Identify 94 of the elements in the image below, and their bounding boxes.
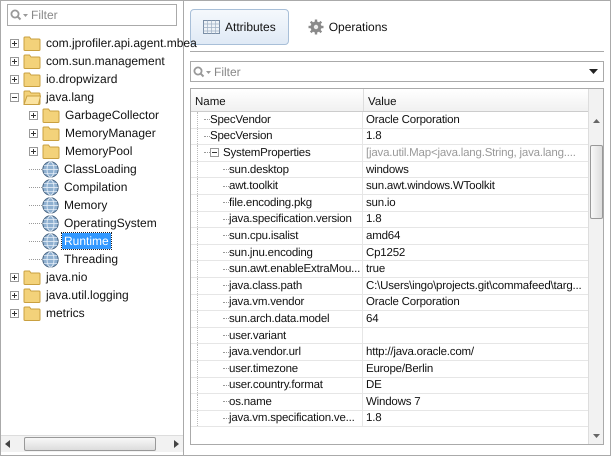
gear-icon bbox=[308, 19, 324, 35]
filter-field[interactable]: Filter bbox=[7, 4, 177, 26]
table-cell: SpecVersion bbox=[210, 130, 272, 142]
table-cell: windows bbox=[366, 164, 409, 176]
expand-icon[interactable] bbox=[29, 110, 38, 120]
tree-item[interactable]: Threading bbox=[62, 251, 120, 267]
table-cell: Europe/Berlin bbox=[366, 362, 434, 375]
scroll-up-icon[interactable] bbox=[592, 119, 600, 123]
tree-item[interactable]: MemoryPool bbox=[63, 143, 134, 159]
table-cell: java.vm.specification.ve... bbox=[229, 412, 355, 424]
tree-item[interactable]: metrics bbox=[44, 305, 87, 321]
folder-icon bbox=[23, 288, 41, 302]
expand-icon[interactable] bbox=[10, 56, 19, 66]
folder-icon bbox=[23, 72, 41, 86]
column-header[interactable]: Name bbox=[191, 89, 364, 111]
globe-icon bbox=[42, 160, 59, 178]
tree-item[interactable]: java.util.logging bbox=[44, 287, 131, 303]
expand-icon[interactable] bbox=[10, 74, 19, 84]
scrollbar-thumb[interactable] bbox=[24, 437, 156, 451]
table-cell: 1.8 bbox=[366, 412, 382, 424]
tab[interactable]: Operations bbox=[294, 9, 400, 45]
table-cell: user.timezone bbox=[229, 362, 298, 375]
table-cell: sun.awt.windows.WToolkit bbox=[366, 180, 495, 192]
grid-icon bbox=[203, 20, 220, 34]
table-cell: file.encoding.pkg bbox=[229, 196, 312, 209]
tree-item[interactable]: io.dropwizard bbox=[44, 71, 120, 87]
table-cell: [java.util.Map<java.lang.String, java.lang.... bbox=[366, 146, 576, 159]
folder-icon bbox=[23, 54, 41, 68]
expand-icon[interactable] bbox=[29, 146, 38, 156]
table-cell: java.vm.vendor bbox=[229, 296, 304, 308]
table-cell: sun.jnu.encoding bbox=[229, 246, 313, 259]
tree-item[interactable]: OperatingSystem bbox=[62, 215, 159, 231]
table-cell: true bbox=[366, 263, 386, 276]
table-cell: os.name bbox=[229, 396, 272, 408]
globe-icon bbox=[42, 196, 59, 214]
dropdown-caret-icon[interactable] bbox=[589, 69, 598, 74]
folder-icon bbox=[23, 90, 41, 104]
folder-icon bbox=[42, 108, 60, 122]
tree-item[interactable]: Memory bbox=[62, 197, 110, 213]
table-cell: Windows 7 bbox=[366, 396, 420, 408]
table-cell: user.variant bbox=[229, 330, 286, 342]
expand-icon[interactable] bbox=[10, 308, 19, 318]
scroll-down-icon[interactable] bbox=[592, 434, 600, 438]
table-cell: 1.8 bbox=[366, 130, 382, 142]
folder-icon bbox=[23, 306, 41, 320]
table-cell: http://java.oracle.com/ bbox=[366, 346, 474, 358]
table-cell: DE bbox=[366, 379, 382, 392]
expand-icon[interactable] bbox=[10, 272, 19, 282]
expand-icon[interactable] bbox=[29, 128, 38, 138]
table-cell: java.vendor.url bbox=[229, 346, 301, 358]
table-cell: java.specification.version bbox=[229, 213, 352, 226]
scroll-left-icon[interactable] bbox=[5, 440, 10, 448]
horizontal-scrollbar[interactable] bbox=[1, 435, 183, 452]
globe-icon bbox=[42, 214, 59, 232]
table-cell: amd64 bbox=[366, 230, 400, 242]
tree-item[interactable]: com.sun.management bbox=[44, 53, 167, 69]
table-cell: user.country.format bbox=[229, 379, 323, 392]
filter-field[interactable]: Filter bbox=[190, 61, 604, 82]
table-cell: 64 bbox=[366, 312, 378, 325]
table-cell: SystemProperties bbox=[223, 146, 311, 159]
table-cell: 1.8 bbox=[366, 213, 382, 226]
folder-icon bbox=[23, 36, 41, 50]
tree-item[interactable]: java.nio bbox=[44, 269, 90, 285]
table-cell: Oracle Corporation bbox=[366, 114, 460, 126]
folder-icon bbox=[42, 144, 60, 158]
table-cell: sun.awt.enableExtraMou... bbox=[229, 263, 360, 276]
table-cell: java.class.path bbox=[229, 280, 302, 292]
table-cell: sun.arch.data.model bbox=[229, 312, 330, 325]
collapse-icon[interactable] bbox=[210, 148, 219, 158]
table-cell: sun.io bbox=[366, 196, 396, 209]
folder-icon bbox=[23, 270, 41, 284]
globe-icon bbox=[42, 250, 59, 268]
table-cell: Oracle Corporation bbox=[366, 296, 460, 308]
globe-icon bbox=[42, 178, 59, 196]
column-header[interactable]: Value bbox=[364, 89, 397, 111]
tree-item[interactable]: ClassLoading bbox=[62, 161, 139, 177]
tree-item[interactable]: Compilation bbox=[62, 179, 130, 195]
expand-icon[interactable] bbox=[10, 38, 19, 48]
table-cell: sun.desktop bbox=[229, 164, 289, 176]
tree-item[interactable]: java.lang bbox=[44, 89, 96, 105]
table-cell: SpecVendor bbox=[210, 114, 271, 126]
table-cell: Cp1252 bbox=[366, 246, 406, 259]
table-cell: awt.toolkit bbox=[229, 180, 278, 192]
globe-icon bbox=[42, 232, 59, 250]
folder-icon bbox=[42, 126, 60, 140]
tree-item[interactable]: GarbageCollector bbox=[63, 107, 162, 123]
scrollbar-thumb[interactable] bbox=[590, 145, 602, 219]
table-cell: sun.cpu.isalist bbox=[229, 230, 298, 242]
expand-icon[interactable] bbox=[10, 290, 19, 300]
scroll-right-icon[interactable] bbox=[174, 440, 179, 448]
tree-item[interactable]: MemoryManager bbox=[63, 125, 158, 141]
table-cell: C:\Users\ingo\projects.git\commafeed\targ... bbox=[366, 280, 582, 292]
vertical-scrollbar[interactable] bbox=[588, 89, 603, 444]
collapse-icon[interactable] bbox=[10, 92, 19, 102]
